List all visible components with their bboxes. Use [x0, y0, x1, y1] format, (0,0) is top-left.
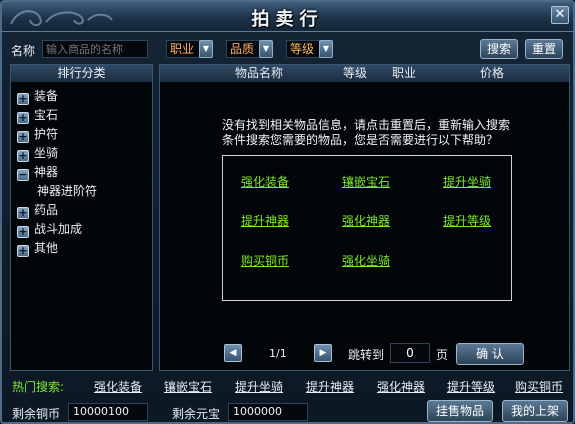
category-mounts[interactable]: + 坐骑 [17, 144, 58, 162]
column-level[interactable]: 等级 [343, 65, 367, 82]
help-link-upgrade-mount[interactable]: 提升坐骑 [443, 173, 491, 190]
subcategory-artifact-upgrade[interactable]: 神器进阶符 [37, 182, 97, 200]
category-artifacts[interactable]: − 神器 [17, 163, 58, 181]
hot-search-socket-gems[interactable]: 镶嵌宝石 [164, 378, 212, 395]
expand-icon: + [17, 225, 29, 238]
chevron-down-icon: ▼ [202, 44, 210, 53]
category-label: 装备 [34, 89, 59, 103]
column-item-name[interactable]: 物品名称 [235, 65, 283, 82]
help-link-enhance-equipment[interactable]: 强化装备 [241, 173, 289, 190]
prev-page-icon: ◀ [229, 348, 237, 358]
category-label: 战斗加成 [34, 222, 83, 236]
page-number-input[interactable]: 0 [390, 343, 430, 363]
help-link-enhance-artifact[interactable]: 强化神器 [342, 212, 390, 229]
hot-search-buy-copper[interactable]: 购买铜币 [515, 378, 563, 395]
page-info: 1/1 [269, 347, 287, 360]
confirm-jump-button[interactable]: 确 认 [456, 343, 524, 365]
profession-dropdown-button[interactable]: ▼ [199, 40, 213, 58]
title-bar[interactable]: 拍卖行 ✕ [2, 2, 573, 32]
category-label: 其他 [34, 241, 59, 255]
category-label: 神器 [34, 165, 59, 179]
jump-to-label: 跳转到 [348, 348, 385, 362]
notice-line: 没有找到相关物品信息，请点击重置后，重新输入搜索 [222, 118, 511, 132]
hot-search-enhance-equipment[interactable]: 强化装备 [94, 378, 142, 395]
page-unit-label: 页 [436, 348, 449, 362]
expand-icon: + [17, 244, 29, 257]
category-other[interactable]: + 其他 [17, 239, 58, 257]
help-link-buy-copper[interactable]: 购买铜币 [241, 252, 289, 269]
expand-icon: + [17, 206, 29, 219]
category-equipment[interactable]: + 装备 [17, 87, 58, 105]
search-button[interactable]: 搜索 [480, 39, 518, 59]
category-label: 护符 [34, 127, 59, 141]
copper-label: 剩余铜币 [12, 407, 61, 421]
yuanbao-label: 剩余元宝 [172, 407, 221, 421]
notice-line: 条件搜索您需要的物品，您是否需要进行以下帮助？ [222, 133, 499, 147]
collapse-icon: − [17, 168, 29, 181]
close-icon: ✕ [554, 7, 566, 22]
category-gems[interactable]: + 宝石 [17, 106, 58, 124]
column-profession[interactable]: 职业 [392, 65, 416, 82]
next-page-icon: ▶ [319, 348, 327, 358]
chevron-down-icon: ▼ [262, 44, 270, 53]
copper-value: 10000100 [68, 403, 148, 421]
close-button[interactable]: ✕ [551, 6, 569, 24]
category-panel: 排行分类 + 装备 + 宝石 + 护符 + 坐骑 − 神器 神器进阶符 + 药品 + 战斗加成… [10, 64, 153, 371]
expand-icon: + [17, 92, 29, 105]
hot-search-enhance-artifact[interactable]: 强化神器 [377, 378, 425, 395]
yuanbao-value: 1000000 [228, 403, 308, 421]
hot-search-label: 热门搜索: [12, 380, 65, 394]
category-talismans[interactable]: + 护符 [17, 125, 58, 143]
category-label: 坐骑 [34, 146, 59, 160]
category-label: 药品 [34, 203, 59, 217]
hot-search-level-up[interactable]: 提升等级 [447, 378, 495, 395]
name-label: 名称 [11, 44, 36, 58]
quality-dropdown-button[interactable]: ▼ [259, 40, 273, 58]
prev-page-button[interactable]: ◀ [224, 344, 242, 362]
level-dropdown-button[interactable]: ▼ [319, 40, 333, 58]
category-combat-buffs[interactable]: + 战斗加成 [17, 220, 82, 238]
next-page-button[interactable]: ▶ [314, 344, 332, 362]
help-links-box: 强化装备 镶嵌宝石 提升坐骑 提升神器 强化神器 提升等级 购买铜币 强化坐骑 [222, 155, 512, 301]
quality-select[interactable]: 品质 [226, 40, 260, 58]
help-link-level-up[interactable]: 提升等级 [443, 212, 491, 229]
hot-search-upgrade-artifact[interactable]: 提升神器 [306, 378, 354, 395]
expand-icon: + [17, 149, 29, 162]
listing-header: 物品名称 等级 职业 价格 [160, 65, 569, 82]
help-link-socket-gems[interactable]: 镶嵌宝石 [342, 173, 390, 190]
chevron-down-icon: ▼ [322, 44, 330, 53]
hot-search-upgrade-mount[interactable]: 提升坐骑 [235, 378, 283, 395]
auction-window: 拍卖行 ✕ 名称 职业 ▼ 品质 ▼ 等级 ▼ 搜索 重置 排行分类 + 装备 +… [0, 0, 575, 424]
no-results-message: 没有找到相关物品信息，请点击重置后，重新输入搜索 条件搜索您需要的物品，您是否需… [222, 118, 522, 148]
column-price[interactable]: 价格 [480, 65, 504, 82]
my-listings-button[interactable]: 我的上架 [502, 400, 568, 422]
category-potions[interactable]: + 药品 [17, 201, 58, 219]
expand-icon: + [17, 130, 29, 143]
profession-select[interactable]: 职业 [166, 40, 200, 58]
expand-icon: + [17, 111, 29, 124]
level-select[interactable]: 等级 [286, 40, 320, 58]
category-label: 宝石 [34, 108, 59, 122]
category-header: 排行分类 [11, 65, 152, 82]
item-name-input[interactable] [42, 40, 148, 58]
listing-panel: 物品名称 等级 职业 价格 没有找到相关物品信息，请点击重置后，重新输入搜索 条… [159, 64, 570, 371]
help-link-enhance-mount[interactable]: 强化坐骑 [342, 252, 390, 269]
help-link-upgrade-artifact[interactable]: 提升神器 [241, 212, 289, 229]
sell-item-button[interactable]: 挂售物品 [427, 400, 493, 422]
reset-button[interactable]: 重置 [525, 39, 563, 59]
window-title: 拍卖行 [251, 9, 324, 30]
